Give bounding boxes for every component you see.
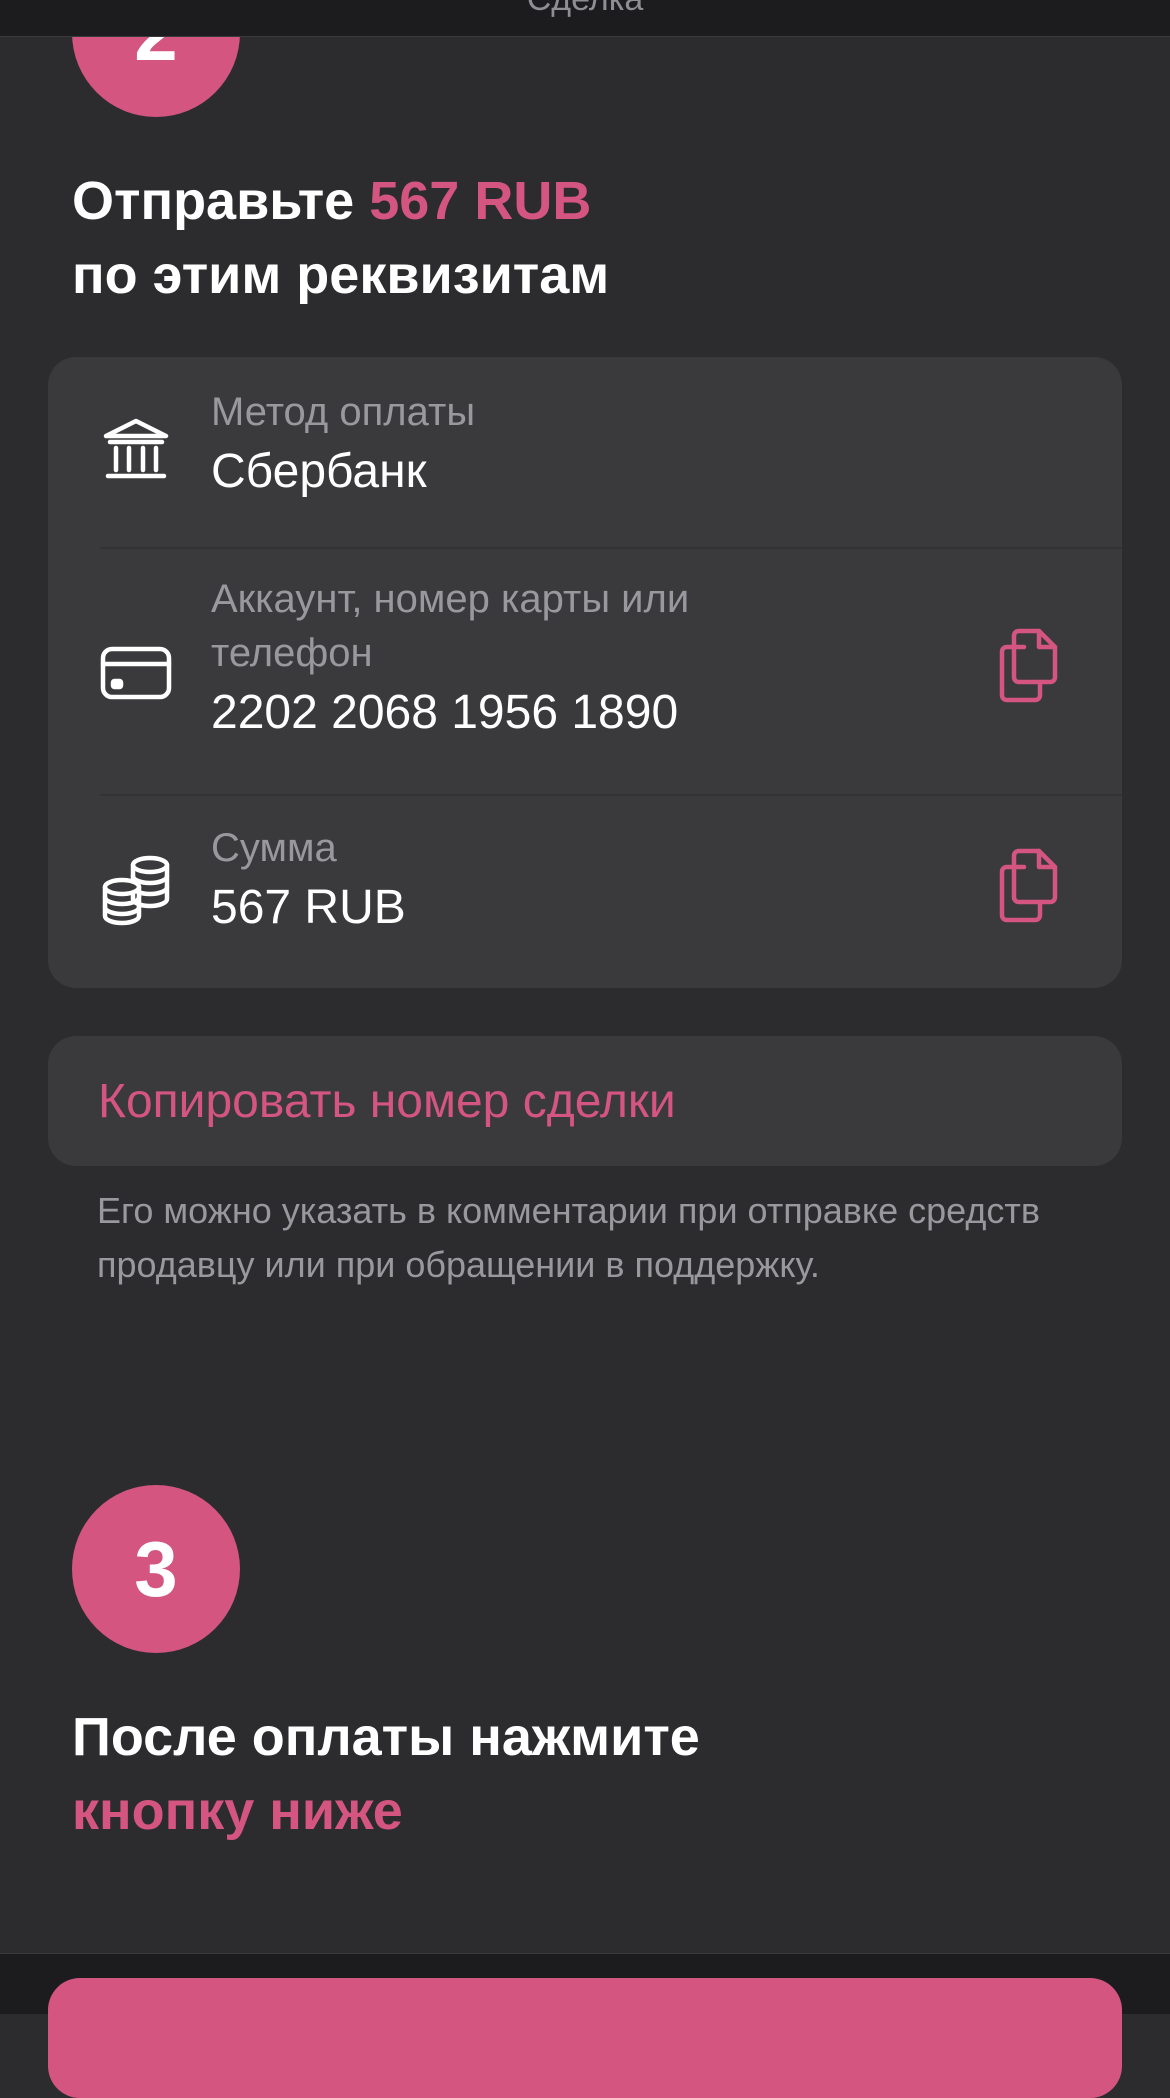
copy-amount-button[interactable] bbox=[990, 847, 1066, 928]
copy-deal-number-button[interactable]: Копировать номер сделки bbox=[48, 1036, 1122, 1166]
confirm-payment-button[interactable] bbox=[48, 1978, 1122, 2098]
detail-row-payment-method: Метод оплаты Сбербанк bbox=[48, 357, 1122, 547]
step-2-heading-amount: 567 RUB bbox=[369, 171, 592, 231]
step-3-badge: 3 bbox=[72, 1485, 240, 1653]
amount-value: 567 RUB bbox=[211, 881, 406, 934]
detail-row-amount: Сумма 567 RUB bbox=[48, 794, 1122, 988]
credit-card-icon bbox=[100, 637, 172, 709]
amount-label: Сумма bbox=[211, 826, 337, 870]
account-label: Аккаунт, номер карты или телефон bbox=[211, 577, 690, 675]
amount-text: Сумма 567 RUB bbox=[211, 821, 851, 941]
detail-row-account: Аккаунт, номер карты или телефон 2202 20… bbox=[48, 547, 1122, 794]
copy-icon bbox=[995, 627, 1061, 708]
bank-icon bbox=[100, 414, 172, 486]
account-value: 2202 2068 1956 1890 bbox=[211, 686, 679, 739]
step-2-heading: Отправьте 567 RUB по этим реквизитам bbox=[72, 164, 1132, 312]
step-2-heading-suffix: по этим реквизитам bbox=[72, 245, 610, 305]
step-3-heading-line2: кнопку ниже bbox=[72, 1781, 403, 1841]
top-bar: Сделка bbox=[0, 0, 1170, 37]
payment-details-card: Метод оплаты Сбербанк Аккаунт, номер кар… bbox=[48, 357, 1122, 988]
account-text: Аккаунт, номер карты или телефон 2202 20… bbox=[211, 572, 851, 746]
top-bar-title: Сделка bbox=[0, 0, 1170, 19]
coins-icon bbox=[100, 854, 172, 926]
step-3-heading-line1: После оплаты нажмите bbox=[72, 1707, 700, 1767]
step-3-heading: После оплаты нажмите кнопку ниже bbox=[72, 1700, 1132, 1848]
payment-method-text: Метод оплаты Сбербанк bbox=[211, 385, 851, 505]
copy-deal-hint: Его можно указать в комментарии при отпр… bbox=[97, 1190, 1040, 1285]
copy-icon bbox=[995, 847, 1061, 928]
payment-method-label: Метод оплаты bbox=[211, 390, 476, 434]
copy-account-button[interactable] bbox=[990, 627, 1066, 708]
step-2-heading-prefix: Отправьте bbox=[72, 171, 370, 231]
payment-method-value: Сбербанк bbox=[211, 445, 427, 498]
